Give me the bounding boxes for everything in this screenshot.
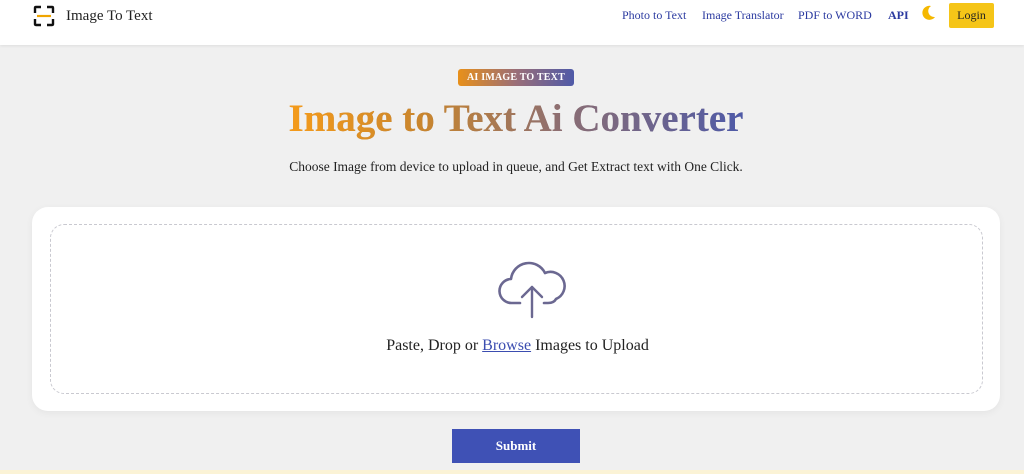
upload-dropzone[interactable]: Paste, Drop or Browse Images to Upload — [50, 224, 983, 394]
cloud-upload-icon — [498, 261, 566, 319]
moon-icon[interactable] — [922, 5, 936, 21]
footer-edge — [0, 470, 1024, 474]
login-button[interactable]: Login — [949, 3, 994, 28]
page-title-text: Image to Text Ai Converter — [288, 97, 744, 140]
ai-badge: AI IMAGE TO TEXT — [458, 69, 574, 86]
upload-instructions: Paste, Drop or Browse Images to Upload — [51, 337, 984, 355]
page-title: Image to Text Ai Converter — [0, 96, 1024, 141]
top-header: Image To Text Photo to Text Image Transl… — [0, 0, 1024, 45]
upload-card: Paste, Drop or Browse Images to Upload — [32, 207, 1000, 411]
nav-pdf-to-word[interactable]: PDF to WORD — [798, 8, 872, 23]
scan-frame-icon — [33, 5, 55, 27]
site-logo[interactable]: Image To Text — [33, 5, 153, 27]
browse-link[interactable]: Browse — [482, 337, 531, 354]
upload-text-before: Paste, Drop or — [386, 337, 483, 354]
logo-text: Image To Text — [66, 7, 153, 24]
upload-text-after: Images to Upload — [531, 337, 649, 354]
nav-image-translator[interactable]: Image Translator — [702, 8, 784, 23]
submit-button[interactable]: Submit — [452, 429, 580, 463]
nav-photo-to-text[interactable]: Photo to Text — [622, 8, 686, 23]
page-subtitle: Choose Image from device to upload in qu… — [289, 159, 743, 174]
nav-api[interactable]: API — [888, 8, 909, 23]
